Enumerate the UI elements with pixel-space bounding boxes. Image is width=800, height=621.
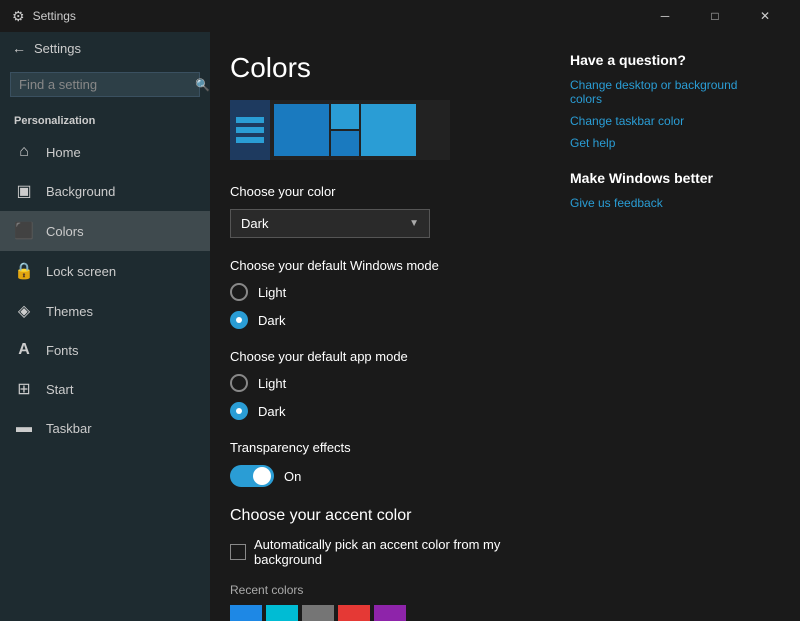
transparency-value: On <box>284 469 301 484</box>
feedback-link[interactable]: Give us feedback <box>570 196 770 210</box>
titlebar-controls: ─ □ ✕ <box>642 0 788 32</box>
toggle-knob <box>253 467 271 485</box>
windows-mode-dark[interactable]: Dark <box>230 311 550 329</box>
radio-label-app-light: Light <box>258 376 286 391</box>
search-input[interactable] <box>19 77 195 92</box>
sidebar-item-lock-screen[interactable]: 🔒 Lock screen <box>0 251 210 291</box>
windows-mode-label: Choose your default Windows mode <box>230 258 550 273</box>
tile-3 <box>361 104 416 156</box>
main-layout: ← Settings 🔍 Personalization ⌂ Home ▣ Ba… <box>0 32 800 621</box>
make-better-title: Make Windows better <box>570 170 770 186</box>
titlebar: ⚙ Settings ─ □ ✕ <box>0 0 800 32</box>
content-main: Colors <box>230 52 550 601</box>
radio-label-dark: Dark <box>258 313 285 328</box>
nav-item-label: Background <box>46 184 115 199</box>
help-link-2[interactable]: Get help <box>570 136 770 150</box>
nav-item-label: Colors <box>46 224 84 239</box>
radio-circle-app-light <box>230 374 248 392</box>
app-mode-label: Choose your default app mode <box>230 349 550 364</box>
radio-label-app-dark: Dark <box>258 404 285 419</box>
recent-swatch-2[interactable] <box>302 605 334 621</box>
recent-swatch-0[interactable] <box>230 605 262 621</box>
transparency-toggle[interactable] <box>230 465 274 487</box>
personalization-label: Personalization <box>0 105 210 133</box>
sidebar-item-home[interactable]: ⌂ Home <box>0 133 210 171</box>
nav-item-label: Start <box>46 382 73 397</box>
home-icon: ⌂ <box>14 143 34 161</box>
auto-pick-label: Automatically pick an accent color from … <box>254 537 550 567</box>
windows-mode-light[interactable]: Light <box>230 283 550 301</box>
titlebar-title: Settings <box>33 9 76 23</box>
transparency-label: Transparency effects <box>230 440 550 455</box>
settings-icon: ⚙ <box>12 8 25 25</box>
lock-icon: 🔒 <box>14 261 34 281</box>
close-button[interactable]: ✕ <box>742 0 788 32</box>
recent-swatch-3[interactable] <box>338 605 370 621</box>
app-mode-dark[interactable]: Dark <box>230 402 550 420</box>
tile-2 <box>331 131 359 156</box>
auto-pick-checkbox[interactable] <box>230 544 246 560</box>
app-mode-group: Light Dark <box>230 374 550 420</box>
preview-left <box>230 100 270 160</box>
preview-tiles <box>270 100 450 160</box>
recent-colors-title: Recent colors <box>230 583 550 597</box>
sidebar-item-start[interactable]: ⊞ Start <box>0 369 210 409</box>
fonts-icon: A <box>14 341 34 359</box>
search-box[interactable]: 🔍 <box>10 72 200 97</box>
sidebar-item-taskbar[interactable]: ▬ Taskbar <box>0 409 210 447</box>
recent-swatch-1[interactable] <box>266 605 298 621</box>
app-mode-light[interactable]: Light <box>230 374 550 392</box>
tile-group-3 <box>361 104 416 156</box>
maximize-button[interactable]: □ <box>692 0 738 32</box>
sidebar-item-background[interactable]: ▣ Background <box>0 171 210 211</box>
preview-bar-2 <box>236 127 264 133</box>
preview-bar-1 <box>236 117 264 123</box>
nav-item-label: Themes <box>46 304 93 319</box>
recent-swatch-4[interactable] <box>374 605 406 621</box>
nav-item-label: Taskbar <box>46 421 92 436</box>
sidebar: ← Settings 🔍 Personalization ⌂ Home ▣ Ba… <box>0 32 210 621</box>
help-link-0[interactable]: Change desktop or background colors <box>570 78 770 106</box>
radio-circle-light <box>230 283 248 301</box>
search-icon: 🔍 <box>195 78 210 92</box>
radio-circle-dark <box>230 311 248 329</box>
themes-icon: ◈ <box>14 301 34 321</box>
sidebar-item-fonts[interactable]: A Fonts <box>0 331 210 369</box>
auto-pick-row[interactable]: Automatically pick an accent color from … <box>230 537 550 567</box>
back-button[interactable]: ← Settings <box>0 32 210 64</box>
help-sidebar: Have a question? Change desktop or backg… <box>570 52 770 601</box>
tile-group-2 <box>331 104 359 156</box>
taskbar-icon: ▬ <box>14 419 34 437</box>
transparency-toggle-row: On <box>230 465 550 487</box>
accent-title: Choose your accent color <box>230 507 550 525</box>
back-label: Settings <box>34 41 81 56</box>
help-title: Have a question? <box>570 52 770 68</box>
dropdown-value: Dark <box>241 216 268 231</box>
radio-circle-app-dark <box>230 402 248 420</box>
tile-1 <box>331 104 359 129</box>
page-title: Colors <box>230 52 550 84</box>
sidebar-item-colors[interactable]: ⬛ Colors <box>0 211 210 251</box>
preview-bar-3 <box>236 137 264 143</box>
nav-item-label: Lock screen <box>46 264 116 279</box>
background-icon: ▣ <box>14 181 34 201</box>
dropdown-arrow-icon: ▼ <box>409 218 419 229</box>
minimize-button[interactable]: ─ <box>642 0 688 32</box>
start-icon: ⊞ <box>14 379 34 399</box>
windows-mode-group: Light Dark <box>230 283 550 329</box>
back-arrow-icon: ← <box>12 40 26 56</box>
recent-colors-swatches <box>230 605 550 621</box>
nav-item-label: Home <box>46 145 81 160</box>
nav-item-label: Fonts <box>46 343 79 358</box>
choose-color-label: Choose your color <box>230 184 550 199</box>
color-dropdown[interactable]: Dark ▼ <box>230 209 430 238</box>
tile-sm-1 <box>274 104 329 156</box>
help-link-1[interactable]: Change taskbar color <box>570 114 770 128</box>
content-area: Colors <box>210 32 800 621</box>
sidebar-item-themes[interactable]: ◈ Themes <box>0 291 210 331</box>
radio-label-light: Light <box>258 285 286 300</box>
tile-group-1 <box>274 104 329 156</box>
colors-icon: ⬛ <box>14 221 34 241</box>
color-preview <box>230 100 450 160</box>
